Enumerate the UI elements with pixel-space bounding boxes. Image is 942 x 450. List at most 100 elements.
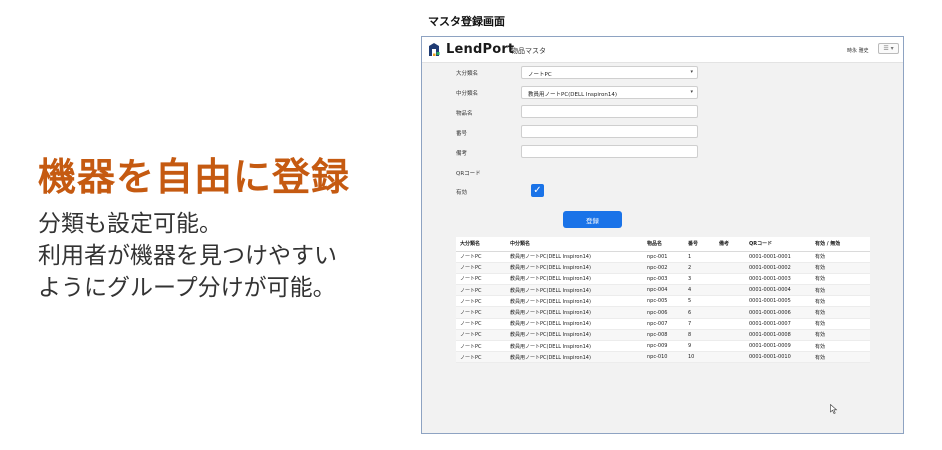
brand-name[interactable]: LendPort [446,42,514,57]
column-header[interactable]: 番号 [684,237,715,252]
table-cell: ノートPC [456,340,506,353]
table-cell: 有効 [811,329,870,342]
app-header: LendPort 物品マスタ 時永 雅史 ☰ ▾ [422,37,903,63]
table-cell [715,351,745,364]
table-cell: npc-001 [643,251,684,263]
table-cell: 教員用ノートPC(DELL Inspiron14) [506,273,643,286]
table-cell: npc-008 [643,329,684,342]
column-header[interactable]: 備考 [715,237,745,252]
item-table: 大分類名 中分類名 物品名 番号 備考 QRコード 有効 / 無効 ノートPC 教… [456,237,870,364]
mouse-cursor-icon [830,404,838,414]
table-row[interactable]: ノートPC 教員用ノートPC(DELL Inspiron14) npc-007 7 00… [456,318,870,330]
remarks-label: 備考 [456,151,468,157]
active-checkbox[interactable]: ✓ [531,184,544,197]
table-row[interactable]: ノートPC 教員用ノートPC(DELL Inspiron14) npc-001 1 00… [456,251,870,263]
table-cell: npc-007 [643,318,684,330]
table-cell [715,273,745,286]
table-cell: 教員用ノートPC(DELL Inspiron14) [506,295,643,308]
remarks-input[interactable] [521,145,698,158]
qr-code-label: QRコード [456,171,481,177]
chevron-down-icon: ▾ [690,69,693,75]
table-cell: 0001-0001-0008 [745,329,811,342]
table-row[interactable]: ノートPC 教員用ノートPC(DELL Inspiron14) npc-006 6 00… [456,306,870,319]
lendport-logo-icon [429,43,440,56]
user-name: 時永 雅史 [847,48,869,54]
table-row[interactable]: ノートPC 教員用ノートPC(DELL Inspiron14) npc-004 4 00… [456,284,870,297]
table-cell: 0001-0001-0004 [745,284,811,297]
menu-button[interactable]: ☰ ▾ [878,43,899,54]
table-cell: 6 [684,306,715,319]
table-cell: 教員用ノートPC(DELL Inspiron14) [506,251,643,263]
table-header-row: 大分類名 中分類名 物品名 番号 備考 QRコード 有効 / 無効 [456,237,870,252]
table-cell: 2 [684,262,715,274]
active-label: 有効 [456,190,468,196]
table-cell: ノートPC [456,318,506,330]
table-cell: 有効 [811,351,870,364]
column-header[interactable]: 中分類名 [506,237,643,252]
table-cell: 教員用ノートPC(DELL Inspiron14) [506,318,643,330]
column-header[interactable]: QRコード [745,237,811,252]
column-header[interactable]: 有効 / 無効 [811,237,870,252]
table-row[interactable]: ノートPC 教員用ノートPC(DELL Inspiron14) npc-005 5 00… [456,295,870,308]
table-cell: 0001-0001-0001 [745,251,811,263]
table-cell: npc-006 [643,306,684,319]
table-cell: 有効 [811,295,870,308]
table-cell: npc-009 [643,340,684,353]
table-row[interactable]: ノートPC 教員用ノートPC(DELL Inspiron14) npc-003 3 00… [456,273,870,286]
table-cell [715,329,745,342]
hamburger-icon: ☰ ▾ [883,45,894,52]
register-button[interactable]: 登録 [563,211,622,228]
table-row[interactable]: ノートPC 教員用ノートPC(DELL Inspiron14) npc-009 9 00… [456,340,870,353]
table-cell [715,340,745,353]
app-screenshot: LendPort 物品マスタ 時永 雅史 ☰ ▾ 大分類名 ノートPC ▾ 中分… [421,36,904,434]
major-category-select[interactable]: ノートPC ▾ [521,66,698,79]
table-cell [715,251,745,263]
promo-description: 分類も設定可能。 利用者が機器を見つけやすい ようにグループ分けが可能。 [38,208,398,304]
table-cell: 教員用ノートPC(DELL Inspiron14) [506,340,643,353]
column-header[interactable]: 物品名 [643,237,684,252]
page-title: 物品マスタ [511,47,546,55]
number-label: 番号 [456,131,468,137]
table-cell: npc-004 [643,284,684,297]
table-cell: 教員用ノートPC(DELL Inspiron14) [506,262,643,274]
table-cell: 有効 [811,262,870,274]
table-cell: ノートPC [456,251,506,263]
major-category-label: 大分類名 [456,71,479,77]
table-cell [715,284,745,297]
minor-category-value: 教員用ノートPC(DELL Inspiron14) [528,92,618,98]
table-cell: 5 [684,295,715,308]
table-cell: 教員用ノートPC(DELL Inspiron14) [506,306,643,319]
promo-line: ようにグループ分けが可能。 [38,275,336,301]
table-cell: 有効 [811,251,870,263]
chevron-down-icon: ▾ [690,89,693,95]
major-category-value: ノートPC [528,72,552,78]
item-name-input[interactable] [521,105,698,118]
table-cell: 7 [684,318,715,330]
table-cell: 教員用ノートPC(DELL Inspiron14) [506,351,643,364]
table-row[interactable]: ノートPC 教員用ノートPC(DELL Inspiron14) npc-008 8 00… [456,329,870,342]
table-cell: ノートPC [456,262,506,274]
table-cell: 8 [684,329,715,342]
table-cell: npc-002 [643,262,684,274]
number-input[interactable] [521,125,698,138]
table-cell: 0001-0001-0007 [745,318,811,330]
table-cell [715,306,745,319]
column-header[interactable]: 大分類名 [456,237,506,252]
table-cell: 0001-0001-0010 [745,351,811,364]
table-row[interactable]: ノートPC 教員用ノートPC(DELL Inspiron14) npc-002 2 00… [456,262,870,274]
table-cell: ノートPC [456,351,506,364]
table-cell: ノートPC [456,306,506,319]
table-cell: 有効 [811,318,870,330]
table-cell: 10 [684,351,715,364]
table-row[interactable]: ノートPC 教員用ノートPC(DELL Inspiron14) npc-010 10 0… [456,351,870,364]
table-cell: 有効 [811,340,870,353]
minor-category-select[interactable]: 教員用ノートPC(DELL Inspiron14) ▾ [521,86,698,99]
promo-line: 分類も設定可能。 [38,211,222,237]
table-cell: 有効 [811,284,870,297]
table-cell: 0001-0001-0009 [745,340,811,353]
table-cell: 0001-0001-0002 [745,262,811,274]
minor-category-label: 中分類名 [456,91,479,97]
table-cell: 教員用ノートPC(DELL Inspiron14) [506,329,643,342]
screenshot-caption: マスタ登録画面 [428,15,505,28]
table-cell: 0001-0001-0005 [745,295,811,308]
